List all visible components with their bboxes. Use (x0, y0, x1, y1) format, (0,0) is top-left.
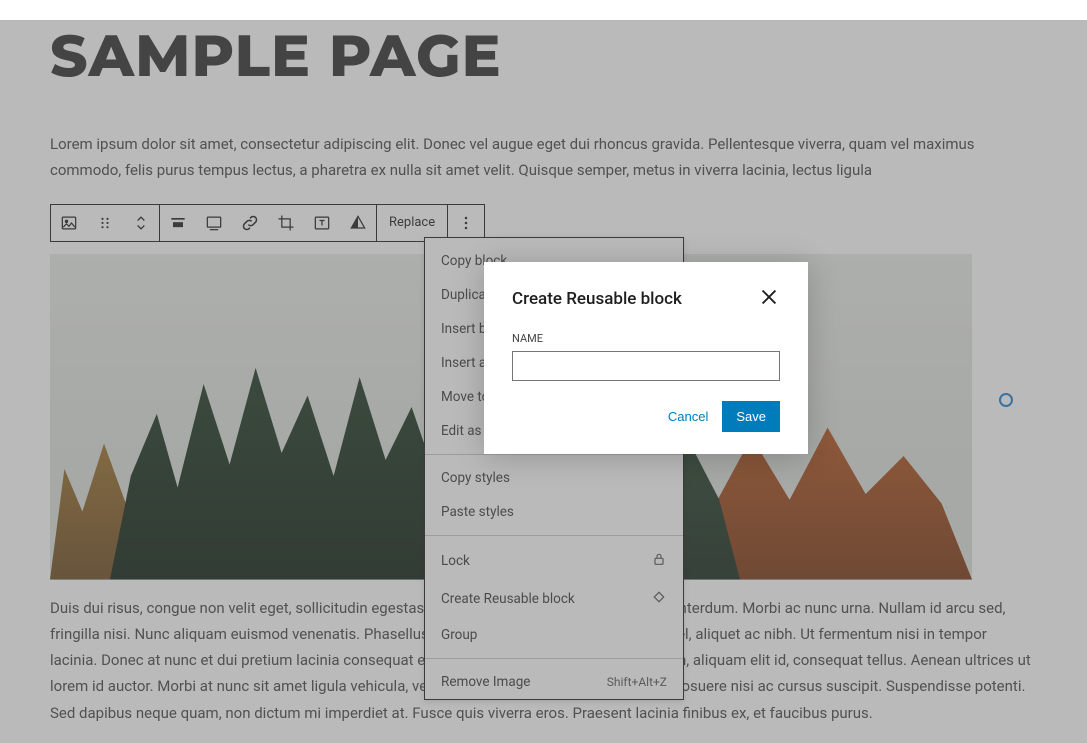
cancel-button[interactable]: Cancel (668, 409, 708, 424)
name-field-label: NAME (512, 332, 780, 345)
close-icon[interactable] (758, 286, 780, 312)
create-reusable-modal: Create Reusable block NAME Cancel Save (484, 262, 808, 454)
name-field[interactable] (512, 351, 780, 381)
save-button[interactable]: Save (722, 401, 780, 432)
modal-title: Create Reusable block (512, 289, 682, 309)
